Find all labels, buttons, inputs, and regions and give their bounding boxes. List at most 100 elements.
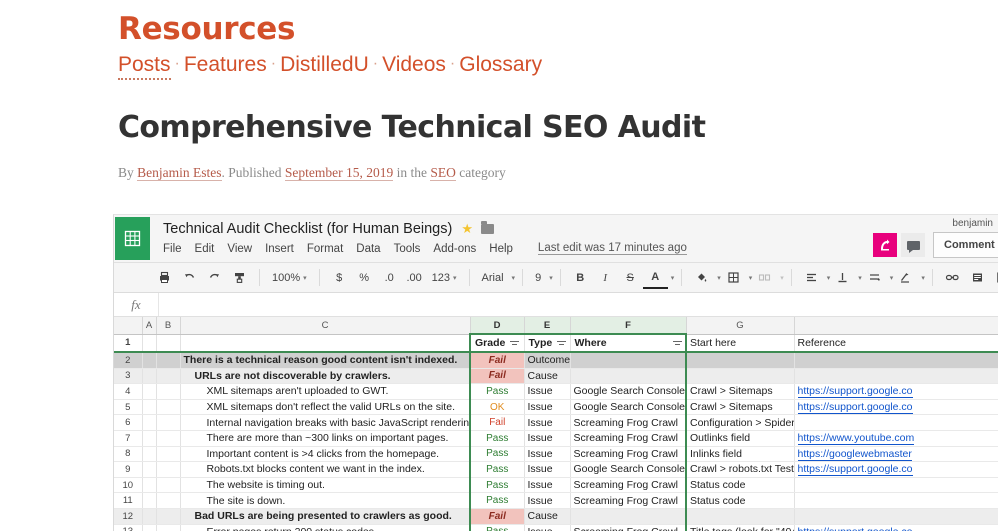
cell-grade[interactable]: Pass xyxy=(470,446,524,462)
font-size-select[interactable]: 9 xyxy=(530,267,546,288)
row-number[interactable]: 12 xyxy=(114,508,142,524)
cell-start-here[interactable]: Crawl > Sitemaps xyxy=(686,399,794,415)
column-header-f[interactable]: F xyxy=(570,317,686,334)
cell-grade[interactable]: Pass xyxy=(470,493,524,509)
cell-b[interactable] xyxy=(156,477,180,493)
undo-icon[interactable] xyxy=(177,267,202,288)
cell-type[interactable]: Issue xyxy=(524,415,570,431)
horizontal-align-icon[interactable] xyxy=(799,267,824,288)
nav-item-glossary[interactable]: Glossary xyxy=(459,53,542,76)
cell-a[interactable] xyxy=(142,430,156,446)
cell-start-here[interactable]: Title tags (look for "404" or "E xyxy=(686,524,794,531)
star-icon[interactable]: ★ xyxy=(461,221,473,237)
row-number[interactable]: 10 xyxy=(114,477,142,493)
byline-category-link[interactable]: SEO xyxy=(430,165,456,181)
cell-b[interactable] xyxy=(156,462,180,478)
cell-reference[interactable] xyxy=(794,477,998,493)
zoom-select[interactable]: 100% ▾ xyxy=(267,267,312,288)
cell-reference[interactable] xyxy=(794,368,998,384)
cell-grade[interactable]: Pass xyxy=(470,462,524,478)
cell-b[interactable] xyxy=(156,399,180,415)
cell-a[interactable] xyxy=(142,384,156,400)
cell-type[interactable]: Issue xyxy=(524,446,570,462)
cell-c1[interactable] xyxy=(180,334,470,352)
strikethrough-button[interactable]: S xyxy=(618,267,643,288)
cell-a[interactable] xyxy=(142,446,156,462)
italic-button[interactable]: I xyxy=(593,267,618,288)
cell-check-text[interactable]: XML sitemaps don't reflect the valid URL… xyxy=(180,399,470,415)
cell-grade[interactable]: Pass xyxy=(470,384,524,400)
row-number[interactable]: 13 xyxy=(114,524,142,531)
last-edit-status[interactable]: Last edit was 17 minutes ago xyxy=(538,242,687,255)
cell-check-text[interactable]: XML sitemaps aren't uploaded to GWT. xyxy=(180,384,470,400)
cell-check-text[interactable]: Robots.txt blocks content we want in the… xyxy=(180,462,470,478)
cell-where[interactable]: Google Search Console xyxy=(570,462,686,478)
cell-grade[interactable]: Fail xyxy=(470,352,524,368)
fill-color-icon[interactable] xyxy=(689,267,714,288)
cell-start-here[interactable] xyxy=(686,368,794,384)
column-header-g[interactable]: G xyxy=(686,317,794,334)
cell-reference[interactable]: https://support.google.co xyxy=(794,384,998,400)
cell-grade[interactable]: Fail xyxy=(470,508,524,524)
cell-start-here[interactable]: Status code xyxy=(686,493,794,509)
font-family-select[interactable]: Arial xyxy=(477,267,509,288)
cell-b[interactable] xyxy=(156,352,180,368)
bird-avatar-icon[interactable] xyxy=(873,233,897,257)
cell-h1-reference-header[interactable]: Reference xyxy=(794,334,998,352)
menu-item-edit[interactable]: Edit xyxy=(195,243,215,255)
nav-item-videos[interactable]: Videos xyxy=(382,53,446,76)
folder-icon[interactable] xyxy=(481,224,494,234)
cell-start-here[interactable]: Status code xyxy=(686,477,794,493)
cell-type[interactable]: Issue xyxy=(524,477,570,493)
cell-check-text[interactable]: The website is timing out. xyxy=(180,477,470,493)
column-header-e[interactable]: E xyxy=(524,317,570,334)
cell-grade[interactable]: Fail xyxy=(470,415,524,431)
print-icon[interactable] xyxy=(152,267,177,288)
cell-b1[interactable] xyxy=(156,334,180,352)
cell-reference[interactable]: https://support.google.co xyxy=(794,524,998,531)
chevron-down-icon[interactable]: ▾ xyxy=(921,274,925,282)
decrease-decimal-button[interactable]: .0 xyxy=(377,267,402,288)
cell-a[interactable] xyxy=(142,415,156,431)
cell-where[interactable]: Screaming Frog Crawl xyxy=(570,477,686,493)
comment-button[interactable]: Comment xyxy=(933,232,998,258)
cell-f1-where-header[interactable]: Where xyxy=(570,334,686,352)
increase-decimal-button[interactable]: .00 xyxy=(402,267,427,288)
row-number[interactable]: 2 xyxy=(114,352,142,368)
percent-format-button[interactable]: % xyxy=(352,267,377,288)
cell-where[interactable]: Screaming Frog Crawl xyxy=(570,430,686,446)
row-number[interactable]: 8 xyxy=(114,446,142,462)
menu-item-help[interactable]: Help xyxy=(489,243,513,255)
cell-type[interactable]: Issue xyxy=(524,430,570,446)
filter-icon[interactable] xyxy=(557,340,566,347)
cell-reference[interactable]: https://googlewebmaster xyxy=(794,446,998,462)
cell-type[interactable]: Issue xyxy=(524,493,570,509)
cell-type[interactable]: Outcome xyxy=(524,352,570,368)
text-color-button[interactable]: A xyxy=(643,266,668,289)
cell-start-here[interactable] xyxy=(686,508,794,524)
cell-type[interactable]: Issue xyxy=(524,524,570,531)
cell-a[interactable] xyxy=(142,477,156,493)
menu-item-format[interactable]: Format xyxy=(307,243,343,255)
document-title[interactable]: Technical Audit Checklist (for Human Bei… xyxy=(163,221,452,237)
cell-where[interactable] xyxy=(570,508,686,524)
cell-where[interactable]: Screaming Frog Crawl xyxy=(570,415,686,431)
chevron-down-icon[interactable]: ▾ xyxy=(671,274,675,282)
cell-grade[interactable]: OK xyxy=(470,399,524,415)
chevron-down-icon[interactable]: ▾ xyxy=(512,274,516,282)
row-number[interactable]: 7 xyxy=(114,430,142,446)
cell-check-text[interactable]: URLs are not discoverable by crawlers. xyxy=(180,368,470,384)
cell-a1[interactable] xyxy=(142,334,156,352)
menu-item-addons[interactable]: Add-ons xyxy=(433,243,476,255)
column-header-b[interactable]: B xyxy=(156,317,180,334)
cell-a[interactable] xyxy=(142,368,156,384)
cell-check-text[interactable]: Error pages return 200 status codes. xyxy=(180,524,470,531)
comment-icon[interactable] xyxy=(965,267,990,288)
column-header-h[interactable] xyxy=(794,317,998,334)
cell-check-text[interactable]: Important content is >4 clicks from the … xyxy=(180,446,470,462)
cell-reference[interactable] xyxy=(794,352,998,368)
cell-a[interactable] xyxy=(142,508,156,524)
cell-check-text[interactable]: There are more than ~300 links on import… xyxy=(180,430,470,446)
row-number[interactable]: 5 xyxy=(114,399,142,415)
cell-check-text[interactable]: There is a technical reason good content… xyxy=(180,352,470,368)
